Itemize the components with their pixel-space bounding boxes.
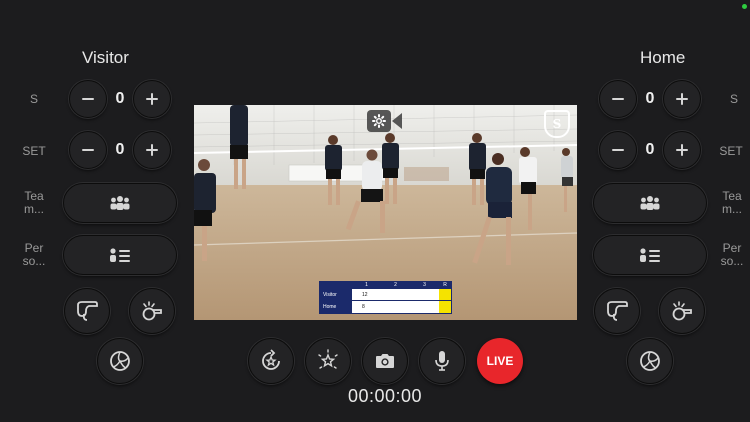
replay-star-icon xyxy=(262,349,280,370)
scoreboard-team: Home xyxy=(320,301,352,313)
scoreboard-header-set3: 3 xyxy=(423,282,426,288)
visitor-team-label: Tea m... xyxy=(24,189,44,216)
whistle-icon xyxy=(607,301,628,321)
visitor-sets-plus-button[interactable] xyxy=(133,131,171,169)
team-group-icon xyxy=(640,196,660,210)
whistle-icon xyxy=(142,301,162,321)
gear-icon xyxy=(372,114,386,128)
person-list-icon xyxy=(640,248,660,262)
scoreboard-header-set2: 2 xyxy=(394,282,397,288)
camera-preview[interactable]: S 1 2 3 R Visitor 12 Home 8 xyxy=(194,105,577,320)
scoreboard-score: 12 xyxy=(362,292,368,298)
replay-button[interactable] xyxy=(248,338,294,384)
home-sets-minus-button[interactable] xyxy=(599,131,637,169)
visitor-sets-value: 0 xyxy=(115,141,125,158)
home-score-minus-button[interactable] xyxy=(599,80,637,118)
plus-icon xyxy=(146,144,158,156)
camera-icon xyxy=(376,354,394,368)
team-group-icon xyxy=(110,196,130,210)
home-sets-value: 0 xyxy=(645,141,655,158)
person-list-icon xyxy=(110,248,130,262)
visitor-score-plus-button[interactable] xyxy=(133,80,171,118)
microphone-button[interactable] xyxy=(419,338,465,384)
status-indicator xyxy=(742,4,747,9)
home-score-label: S xyxy=(729,92,738,106)
home-sets-label: SET xyxy=(719,144,743,158)
home-person-label: Per so... xyxy=(720,241,744,268)
scoreboard-row: Visitor 12 xyxy=(320,289,451,301)
minus-icon xyxy=(612,98,624,100)
stream-timer: 00:00:00 xyxy=(347,386,423,406)
microphone-icon xyxy=(435,351,449,371)
minus-icon xyxy=(82,98,94,100)
plus-icon xyxy=(676,144,688,156)
scoreboard-header-result: R xyxy=(443,282,447,288)
home-person-button[interactable] xyxy=(593,235,707,275)
preview-settings-button[interactable] xyxy=(367,110,391,132)
home-sets-plus-button[interactable] xyxy=(663,131,701,169)
visitor-score-minus-button[interactable] xyxy=(69,80,107,118)
scoreboard-highlight xyxy=(439,289,451,300)
team-logo: S xyxy=(544,110,570,138)
whistle-icon xyxy=(77,301,98,321)
visitor-team-button[interactable] xyxy=(63,183,177,223)
highlight-button[interactable] xyxy=(305,338,351,384)
home-ball-button[interactable] xyxy=(627,338,673,384)
home-whistle-button[interactable] xyxy=(594,288,640,334)
plus-icon xyxy=(146,93,158,105)
snapshot-button[interactable] xyxy=(362,338,408,384)
visitor-sets-minus-button[interactable] xyxy=(69,131,107,169)
visitor-person-label: Per so... xyxy=(22,241,46,268)
visitor-whistle-alt-button[interactable] xyxy=(129,288,175,334)
visitor-score-value: 0 xyxy=(115,90,125,107)
home-team-label: Tea m... xyxy=(722,189,742,216)
minus-icon xyxy=(612,149,624,151)
visitor-title: Visitor xyxy=(82,48,129,67)
minus-icon xyxy=(82,149,94,151)
scoreboard-header-set1: 1 xyxy=(365,282,368,288)
visitor-whistle-button[interactable] xyxy=(64,288,110,334)
home-score-value: 0 xyxy=(645,90,655,107)
home-score-plus-button[interactable] xyxy=(663,80,701,118)
volleyball-icon xyxy=(640,351,660,371)
home-title: Home xyxy=(640,48,686,67)
scoreboard-highlight xyxy=(439,301,451,313)
visitor-ball-button[interactable] xyxy=(97,338,143,384)
home-team-button[interactable] xyxy=(593,183,707,223)
home-whistle-alt-button[interactable] xyxy=(659,288,705,334)
scoreboard-overlay: 1 2 3 R Visitor 12 Home 8 xyxy=(319,281,452,314)
whistle-icon xyxy=(672,301,692,321)
live-button[interactable]: LIVE xyxy=(477,338,523,384)
sparkle-star-icon xyxy=(318,349,338,369)
visitor-sets-label: SET xyxy=(22,144,46,158)
visitor-score-label: S xyxy=(29,92,38,106)
plus-icon xyxy=(676,93,688,105)
scoreboard-score: 8 xyxy=(362,304,365,310)
scoreboard-header: 1 2 3 R xyxy=(320,282,451,289)
scoreboard-team: Visitor xyxy=(320,289,352,300)
visitor-person-button[interactable] xyxy=(63,235,177,275)
scoreboard-row: Home 8 xyxy=(320,301,451,313)
volleyball-icon xyxy=(110,351,130,371)
